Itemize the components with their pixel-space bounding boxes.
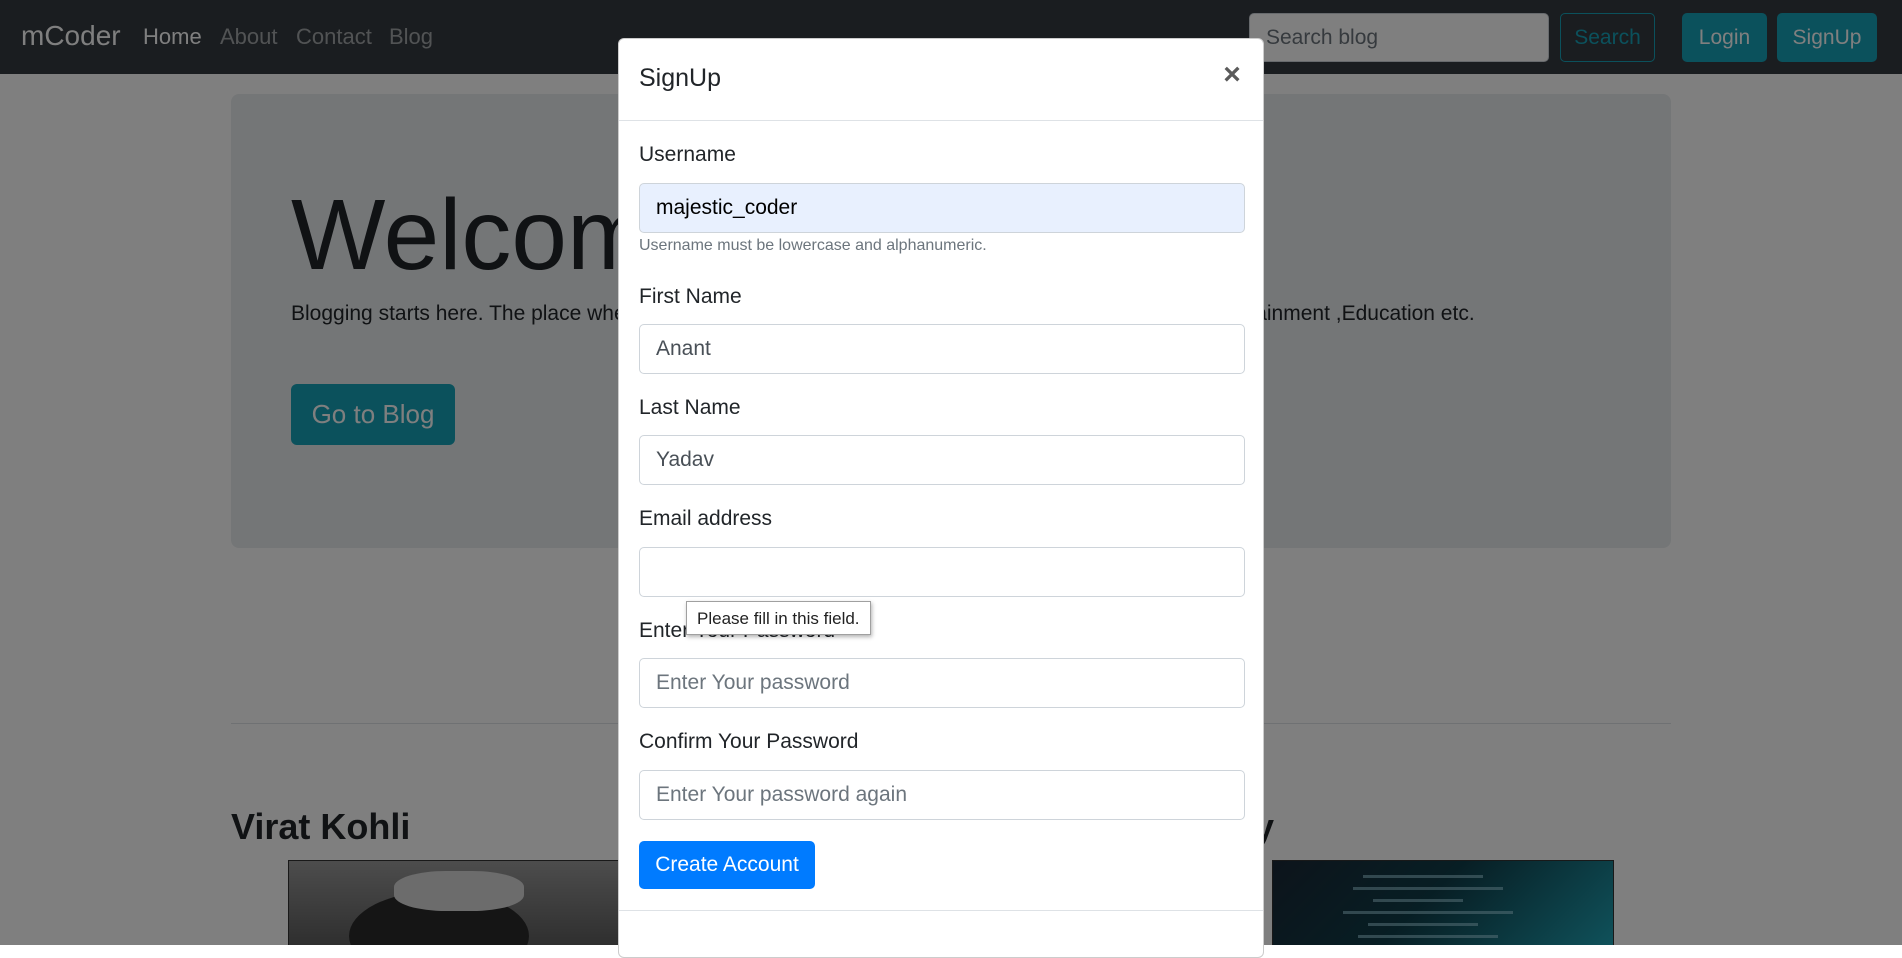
last-name-label: Last Name (639, 396, 741, 419)
confirm-password-input[interactable] (639, 770, 1245, 820)
modal-header: SignUp × (619, 39, 1263, 121)
signup-modal: SignUp × Username Username must be lower… (618, 38, 1264, 958)
last-name-input[interactable] (639, 435, 1245, 485)
username-input[interactable] (639, 183, 1245, 233)
create-account-button[interactable]: Create Account (639, 841, 815, 889)
modal-title: SignUp (639, 64, 721, 92)
username-help-text: Username must be lowercase and alphanume… (639, 237, 987, 254)
confirm-password-label: Confirm Your Password (639, 730, 859, 753)
first-name-label: First Name (639, 285, 742, 308)
close-icon[interactable]: × (1217, 57, 1247, 93)
password-input[interactable] (639, 658, 1245, 708)
validation-tooltip: Please fill in this field. (686, 601, 871, 635)
username-label: Username (639, 143, 736, 166)
email-label: Email address (639, 507, 773, 530)
modal-footer-divider (619, 910, 1263, 911)
email-input[interactable] (639, 547, 1245, 597)
first-name-input[interactable] (639, 324, 1245, 374)
